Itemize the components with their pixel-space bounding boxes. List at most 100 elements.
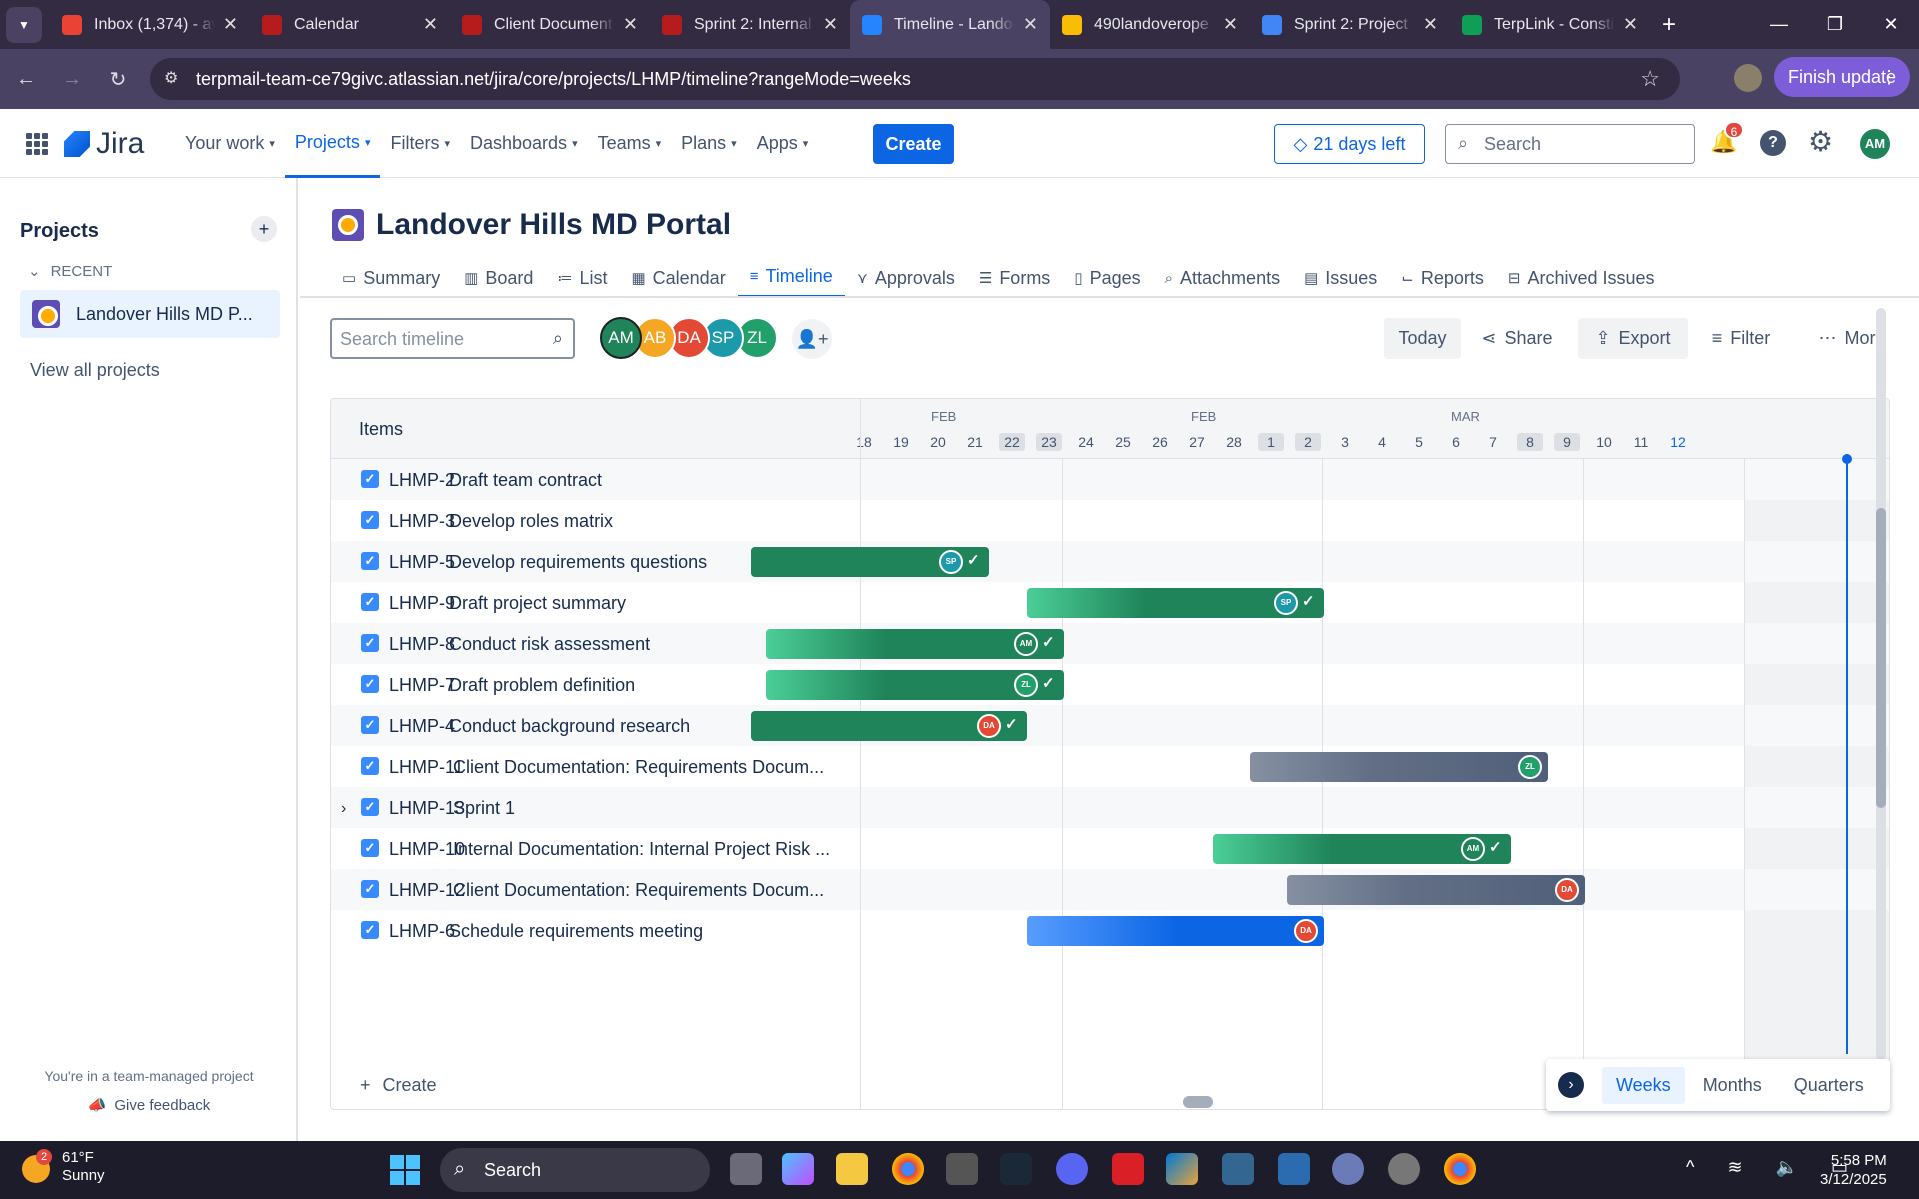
new-tab-plus-icon[interactable]: +	[1662, 11, 1676, 39]
help-icon[interactable]: ?	[1760, 130, 1786, 156]
create-item-button[interactable]: + Create	[360, 1075, 437, 1096]
vertical-scroll-thumb[interactable]	[1876, 508, 1886, 808]
app-icon[interactable]	[946, 1153, 978, 1185]
browser-tab[interactable]: Inbox (1,374) - av ✕	[50, 0, 250, 49]
tab-close-icon[interactable]: ✕	[823, 14, 838, 35]
view-all-projects-link[interactable]: View all projects	[30, 360, 160, 381]
kebab-menu-icon[interactable]: ⋮	[1880, 67, 1898, 88]
browser-tab[interactable]: Calendar ✕	[250, 0, 450, 49]
tab-forms[interactable]: ☰ Forms	[967, 258, 1062, 298]
app-icon[interactable]	[1388, 1153, 1420, 1185]
chevron-right-icon[interactable]: ›	[1558, 1072, 1584, 1098]
windows-start-icon[interactable]	[390, 1155, 420, 1185]
tab-close-icon[interactable]: ✕	[1223, 14, 1238, 35]
copilot-icon[interactable]	[782, 1153, 814, 1185]
assignee-avatar[interactable]: AM	[600, 317, 642, 359]
recent-section-toggle[interactable]: ⌄ RECENT	[28, 262, 112, 280]
vertical-scrollbar[interactable]	[1876, 308, 1886, 1060]
top-menu-projects[interactable]: Projects ▾	[284, 109, 381, 178]
browser-tab[interactable]: 490landoverope ✕	[1050, 0, 1250, 49]
profile-avatar[interactable]	[1734, 64, 1762, 92]
range-months[interactable]: Months	[1689, 1067, 1776, 1104]
window-close-icon[interactable]: ✕	[1863, 0, 1919, 49]
tab-reports[interactable]: ⌙ Reports	[1389, 258, 1496, 298]
give-feedback-link[interactable]: 📣 Give feedback	[0, 1096, 298, 1114]
postgres-icon[interactable]	[1222, 1153, 1254, 1185]
tab-close-icon[interactable]: ✕	[1623, 14, 1638, 35]
tab-list[interactable]: ≔ List	[545, 258, 619, 298]
browser-tab[interactable]: Sprint 2: Internal ✕	[650, 0, 850, 49]
tab-close-icon[interactable]: ✕	[1423, 14, 1438, 35]
top-menu-plans[interactable]: Plans ▾	[671, 109, 747, 178]
browser-tab[interactable]: Sprint 2: Project ✕	[1250, 0, 1450, 49]
taskbar-search[interactable]: ⌕ Search	[440, 1148, 710, 1192]
back-arrow-icon[interactable]: ←	[6, 68, 46, 91]
site-info-icon[interactable]: ⚙	[164, 68, 178, 88]
chrome-icon[interactable]	[892, 1153, 924, 1185]
browser-tab[interactable]: TerpLink - Consti ✕	[1450, 0, 1650, 49]
timeline-bar[interactable]: AM ✓	[1213, 834, 1511, 864]
timeline-bar[interactable]: DA	[1027, 916, 1324, 946]
timeline-bar[interactable]: SP ✓	[751, 547, 989, 577]
task-view-icon[interactable]	[730, 1153, 762, 1185]
add-project-button[interactable]: +	[251, 216, 277, 242]
restore-icon[interactable]: ❐	[1807, 0, 1863, 49]
creative-cloud-icon[interactable]	[1112, 1153, 1144, 1185]
tab-calendar[interactable]: ▦ Calendar	[619, 258, 737, 298]
tab-close-icon[interactable]: ✕	[223, 14, 238, 35]
reload-icon[interactable]: ↻	[98, 67, 138, 92]
tab-attachments[interactable]: ⌕ Attachments	[1153, 258, 1292, 298]
timeline-bar[interactable]: SP ✓	[1027, 588, 1324, 618]
export-button[interactable]: ⇪ Export	[1578, 318, 1688, 359]
forward-arrow-icon[interactable]: →	[52, 68, 92, 91]
top-menu-your-work[interactable]: Your work ▾	[175, 109, 285, 178]
create-button[interactable]: Create	[873, 124, 954, 164]
user-avatar[interactable]: AM	[1860, 129, 1890, 159]
add-people-icon[interactable]: 👤+	[792, 319, 832, 359]
vscode-icon[interactable]	[1278, 1153, 1310, 1185]
timeline-bar[interactable]: DA	[1287, 875, 1585, 905]
tab-close-icon[interactable]: ✕	[623, 14, 638, 35]
filter-button[interactable]: ≡ Filter	[1702, 318, 1780, 359]
tab-close-icon[interactable]: ✕	[423, 14, 438, 35]
tab-approvals[interactable]: ⋎ Approvals	[845, 258, 967, 298]
settings-gear-icon[interactable]: ⚙	[1808, 125, 1833, 158]
more-button[interactable]: ⋯ More	[1800, 318, 1904, 359]
finish-update-button[interactable]: Finish update ⋮	[1774, 57, 1910, 97]
chrome-icon[interactable]	[1444, 1153, 1476, 1185]
url-bar[interactable]: ⚙ terpmail-team-ce79givc.atlassian.net/j…	[150, 58, 1680, 100]
timeline-bar[interactable]: DA ✓	[751, 711, 1027, 741]
r-icon[interactable]	[1332, 1153, 1364, 1185]
timeline-search-input[interactable]: Search timeline ⌕	[330, 318, 575, 359]
top-menu-dashboards[interactable]: Dashboards ▾	[460, 109, 588, 178]
tab-summary[interactable]: ▭ Summary	[330, 258, 452, 298]
range-weeks[interactable]: Weeks	[1602, 1066, 1685, 1104]
top-menu-teams[interactable]: Teams ▾	[588, 109, 672, 178]
browser-tab[interactable]: Client Document ✕	[450, 0, 650, 49]
tab-timeline[interactable]: ≡ Timeline	[737, 258, 845, 298]
horizontal-scroll-thumb[interactable]	[1183, 1096, 1213, 1108]
discord-icon[interactable]	[1056, 1153, 1088, 1185]
tab-board[interactable]: ▥ Board	[452, 258, 545, 298]
app-switcher-icon[interactable]	[26, 133, 48, 155]
minimize-icon[interactable]: —	[1751, 0, 1807, 49]
tab-close-icon[interactable]: ✕	[1023, 14, 1038, 35]
sidebar-item-project[interactable]: Landover Hills MD P...	[20, 290, 280, 338]
steam-icon[interactable]	[1000, 1153, 1032, 1185]
tab-issues[interactable]: ▤ Issues	[1292, 258, 1389, 298]
today-button[interactable]: Today	[1384, 318, 1461, 359]
range-quarters[interactable]: Quarters	[1780, 1067, 1878, 1104]
file-explorer-icon[interactable]	[836, 1153, 868, 1185]
top-menu-filters[interactable]: Filters ▾	[380, 109, 460, 178]
microsoft-365-icon[interactable]	[1166, 1153, 1198, 1185]
timeline-bar[interactable]: AM ✓	[766, 629, 1064, 659]
timeline-bar[interactable]: ZL ✓	[766, 670, 1064, 700]
jira-logo[interactable]: Jira	[64, 127, 144, 161]
weather-widget[interactable]: 2 61°F Sunny	[22, 1149, 105, 1185]
clock[interactable]: 5:58 PM 3/12/2025	[1820, 1151, 1887, 1189]
share-button[interactable]: ⋖ Share	[1472, 318, 1562, 359]
timeline-bar[interactable]: ZL	[1250, 752, 1548, 782]
trial-days-button[interactable]: ◇ 21 days left	[1274, 124, 1425, 164]
tab-archived-issues[interactable]: ⊟ Archived Issues	[1496, 258, 1667, 298]
top-menu-apps[interactable]: Apps ▾	[747, 109, 819, 178]
